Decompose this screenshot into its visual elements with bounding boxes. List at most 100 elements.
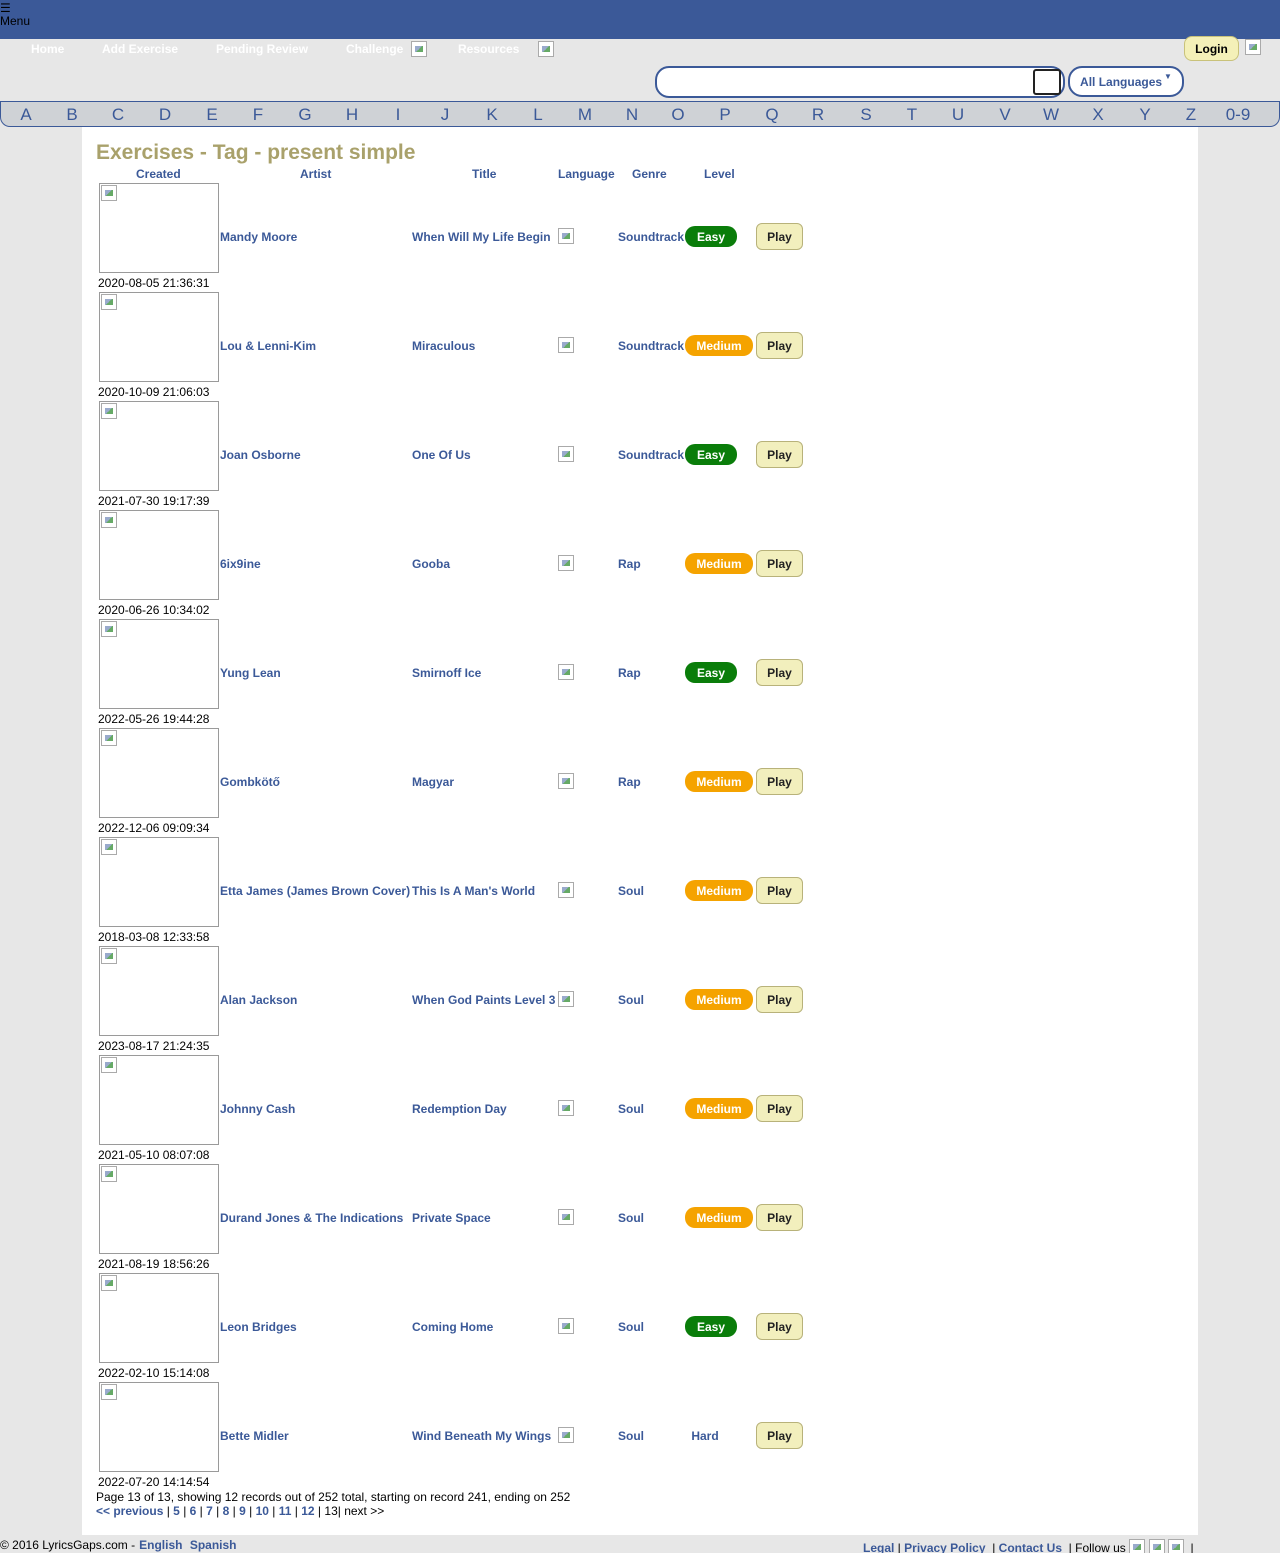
twitter-icon[interactable] [1148, 1539, 1165, 1553]
artist-link[interactable]: 6ix9ine [220, 557, 261, 571]
language-spanish-link[interactable]: Spanish [190, 1538, 237, 1552]
nav-home-link[interactable]: Home [31, 42, 64, 56]
artist-link[interactable]: Bette Midler [220, 1429, 289, 1443]
pager-page-link[interactable]: 9 [239, 1504, 246, 1518]
alphabet-link-v[interactable]: V [990, 105, 1020, 125]
alphabet-link-j[interactable]: J [430, 105, 460, 125]
alphabet-link-x[interactable]: X [1083, 105, 1113, 125]
alphabet-link-y[interactable]: Y [1130, 105, 1160, 125]
genre-link[interactable]: Rap [618, 557, 641, 571]
play-button[interactable]: Play [756, 1422, 803, 1449]
song-title-link[interactable]: This Is A Man's World [412, 884, 535, 898]
genre-link[interactable]: Rap [618, 666, 641, 680]
alphabet-link-f[interactable]: F [243, 105, 273, 125]
language-english-link[interactable]: English [139, 1538, 182, 1552]
play-button[interactable]: Play [756, 441, 803, 468]
video-thumbnail[interactable] [99, 401, 219, 491]
play-button[interactable]: Play [756, 1204, 803, 1231]
alphabet-link-a[interactable]: A [11, 105, 41, 125]
legal-link[interactable]: Legal [863, 1541, 894, 1553]
alphabet-link-n[interactable]: N [617, 105, 647, 125]
pager-page-link[interactable]: 5 [173, 1504, 180, 1518]
facebook-icon[interactable] [1129, 1539, 1146, 1553]
artist-link[interactable]: Leon Bridges [220, 1320, 297, 1334]
alphabet-link-c[interactable]: C [103, 105, 133, 125]
artist-link[interactable]: Yung Lean [220, 666, 281, 680]
song-title-link[interactable]: When God Paints Level 3 [412, 993, 555, 1007]
contact-us-link[interactable]: Contact Us [999, 1541, 1062, 1553]
alphabet-link-k[interactable]: K [477, 105, 507, 125]
genre-link[interactable]: Soundtrack [618, 448, 684, 462]
nav-resources-link[interactable]: Resources [458, 42, 519, 56]
artist-link[interactable]: Johnny Cash [220, 1102, 295, 1116]
song-title-link[interactable]: When Will My Life Begin [412, 230, 551, 244]
pager-page-link[interactable]: 11 [279, 1504, 292, 1518]
video-thumbnail[interactable] [99, 946, 219, 1036]
alphabet-link-w[interactable]: W [1036, 105, 1066, 125]
genre-link[interactable]: Soul [618, 1429, 644, 1443]
artist-link[interactable]: Lou & Lenni-Kim [220, 339, 316, 353]
video-thumbnail[interactable] [99, 1164, 219, 1254]
video-thumbnail[interactable] [99, 183, 219, 273]
song-title-link[interactable]: Magyar [412, 775, 454, 789]
video-thumbnail[interactable] [99, 510, 219, 600]
menu-button[interactable]: ☰ Menu [0, 2, 30, 28]
alphabet-link-0-9[interactable]: 0-9 [1223, 105, 1253, 125]
song-title-link[interactable]: Redemption Day [412, 1102, 507, 1116]
google-plus-icon[interactable] [1167, 1539, 1184, 1553]
alphabet-link-i[interactable]: I [383, 105, 413, 125]
artist-link[interactable]: Alan Jackson [220, 993, 297, 1007]
song-title-link[interactable]: One Of Us [412, 448, 471, 462]
play-button[interactable]: Play [756, 223, 803, 250]
alphabet-link-m[interactable]: M [570, 105, 600, 125]
nav-challenge-link[interactable]: Challenge [346, 42, 403, 56]
genre-link[interactable]: Soul [618, 1211, 644, 1225]
alphabet-link-u[interactable]: U [943, 105, 973, 125]
alphabet-link-s[interactable]: S [851, 105, 881, 125]
pager-page-link[interactable]: 12 [301, 1504, 314, 1518]
alphabet-link-d[interactable]: D [150, 105, 180, 125]
genre-link[interactable]: Soul [618, 1102, 644, 1116]
alphabet-link-e[interactable]: E [197, 105, 227, 125]
genre-link[interactable]: Rap [618, 775, 641, 789]
artist-link[interactable]: Durand Jones & The Indications [220, 1211, 403, 1225]
nav-add-exercise-link[interactable]: Add Exercise [102, 42, 178, 56]
privacy-policy-link[interactable]: Privacy Policy [904, 1541, 985, 1553]
genre-link[interactable]: Soundtrack [618, 230, 684, 244]
play-button[interactable]: Play [756, 550, 803, 577]
genre-link[interactable]: Soundtrack [618, 339, 684, 353]
play-button[interactable]: Play [756, 1313, 803, 1340]
genre-link[interactable]: Soul [618, 993, 644, 1007]
pager-page-link[interactable]: 8 [223, 1504, 230, 1518]
alphabet-link-t[interactable]: T [897, 105, 927, 125]
pager-page-link[interactable]: 7 [206, 1504, 213, 1518]
artist-link[interactable]: Mandy Moore [220, 230, 297, 244]
video-thumbnail[interactable] [99, 619, 219, 709]
alphabet-link-r[interactable]: R [803, 105, 833, 125]
video-thumbnail[interactable] [99, 728, 219, 818]
artist-link[interactable]: Etta James (James Brown Cover) [220, 884, 410, 898]
artist-link[interactable]: Gombkötő [220, 775, 280, 789]
video-thumbnail[interactable] [99, 292, 219, 382]
alphabet-link-z[interactable]: Z [1176, 105, 1206, 125]
search-button[interactable] [1033, 69, 1061, 95]
song-title-link[interactable]: Gooba [412, 557, 450, 571]
video-thumbnail[interactable] [99, 1382, 219, 1472]
play-button[interactable]: Play [756, 768, 803, 795]
alphabet-link-p[interactable]: P [710, 105, 740, 125]
alphabet-link-l[interactable]: L [523, 105, 553, 125]
alphabet-link-h[interactable]: H [337, 105, 367, 125]
alphabet-link-g[interactable]: G [290, 105, 320, 125]
play-button[interactable]: Play [756, 659, 803, 686]
play-button[interactable]: Play [756, 1095, 803, 1122]
pager-page-link[interactable]: 6 [190, 1504, 197, 1518]
song-title-link[interactable]: Miraculous [412, 339, 475, 353]
video-thumbnail[interactable] [99, 1055, 219, 1145]
song-title-link[interactable]: Private Space [412, 1211, 491, 1225]
artist-link[interactable]: Joan Osborne [220, 448, 301, 462]
language-select[interactable]: All Languages ▼ [1068, 66, 1184, 97]
play-button[interactable]: Play [756, 332, 803, 359]
play-button[interactable]: Play [756, 986, 803, 1013]
video-thumbnail[interactable] [99, 1273, 219, 1363]
nav-pending-review-link[interactable]: Pending Review [216, 42, 308, 56]
